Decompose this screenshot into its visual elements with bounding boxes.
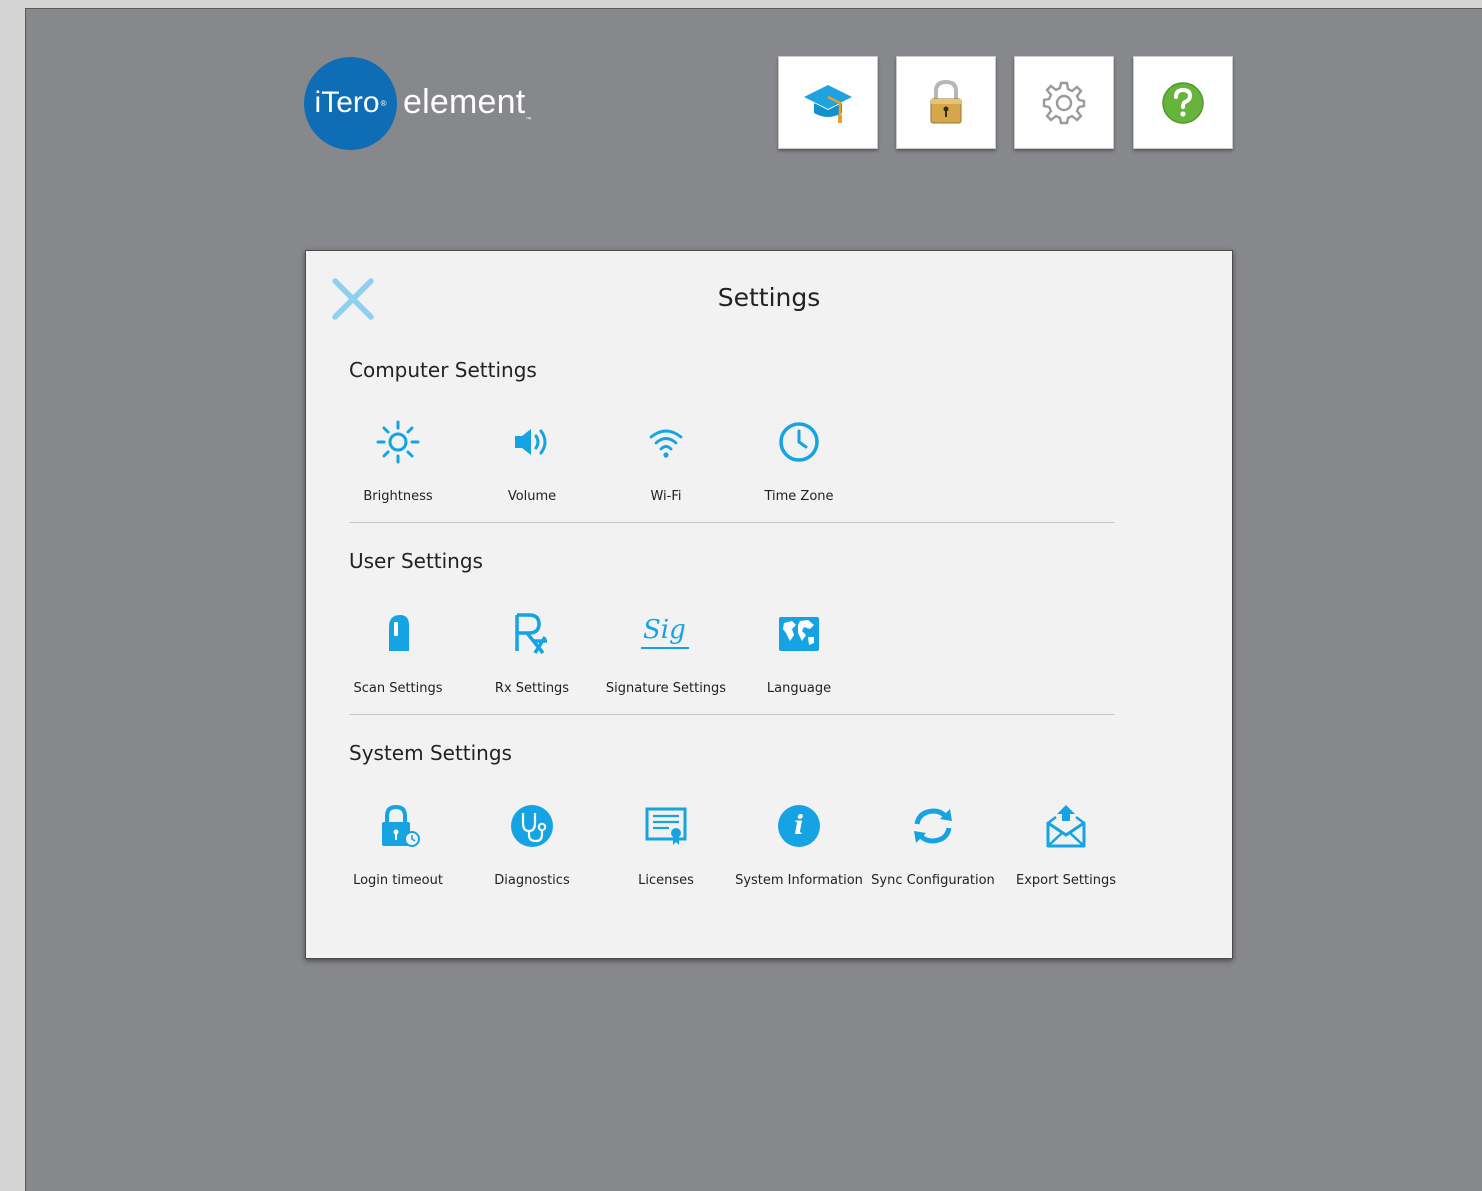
scanner-wand-icon — [389, 615, 409, 651]
volume-button[interactable]: Volume — [465, 417, 599, 504]
system-information-label: System Information — [735, 873, 863, 888]
scan-settings-label: Scan Settings — [353, 681, 443, 696]
brightness-button[interactable]: Brightness — [331, 417, 465, 504]
wifi-button[interactable]: Wi-Fi — [599, 417, 733, 504]
rx-icon — [515, 613, 547, 655]
training-button[interactable] — [778, 56, 878, 149]
logo-circle: iTero ® — [304, 56, 397, 150]
login-timeout-button[interactable]: Login timeout — [331, 801, 465, 888]
export-settings-label: Export Settings — [1015, 873, 1116, 888]
signature-settings-label: Signature Settings — [605, 681, 727, 696]
wifi-icon — [649, 429, 683, 458]
login-timeout-label: Login timeout — [353, 873, 443, 888]
logo-registered-mark: ® — [380, 98, 387, 108]
wifi-label: Wi-Fi — [650, 489, 682, 504]
scan-settings-button[interactable]: Scan Settings — [331, 609, 465, 696]
graduation-cap-icon — [804, 84, 852, 123]
lock-button[interactable] — [896, 56, 996, 149]
help-button[interactable] — [1133, 56, 1233, 149]
clock-icon — [779, 422, 819, 462]
brightness-label: Brightness — [363, 489, 433, 504]
licenses-label: Licenses — [638, 873, 694, 888]
logo-word: element™ — [403, 83, 532, 123]
stethoscope-icon — [511, 805, 553, 847]
speaker-volume-icon — [515, 429, 547, 455]
itero-element-logo: iTero ® element™ — [304, 56, 532, 150]
sync-configuration-label: Sync Configuration — [871, 873, 995, 888]
sync-configuration-button[interactable]: Sync Configuration — [866, 801, 1000, 888]
language-label: Language — [766, 681, 832, 696]
rx-settings-button[interactable]: Rx Settings — [465, 609, 599, 696]
certificate-icon — [645, 807, 687, 845]
info-icon: i — [778, 805, 820, 847]
world-map-icon — [779, 617, 819, 651]
system-information-button[interactable]: i System Information — [732, 801, 866, 888]
settings-button[interactable] — [1014, 56, 1114, 149]
section-title-computer: Computer Settings — [349, 358, 537, 382]
signature-icon: Sig — [641, 611, 691, 657]
time-zone-button[interactable]: Time Zone — [732, 417, 866, 504]
export-settings-button[interactable]: Export Settings — [999, 801, 1133, 888]
question-mark-icon — [1162, 81, 1204, 124]
diagnostics-label: Diagnostics — [494, 873, 570, 888]
time-zone-label: Time Zone — [764, 489, 834, 504]
dialog-title: Settings — [717, 283, 821, 312]
gear-icon — [1042, 81, 1086, 124]
licenses-button[interactable]: Licenses — [599, 801, 733, 888]
rx-settings-label: Rx Settings — [494, 681, 570, 696]
signature-settings-button[interactable]: Sig Signature Settings — [599, 609, 733, 696]
brightness-sun-icon — [376, 420, 420, 464]
settings-dialog: Settings Computer Settings Brightness Vo… — [305, 250, 1233, 959]
logo-trademark: ™ — [525, 116, 532, 123]
volume-label: Volume — [507, 489, 557, 504]
section-title-system: System Settings — [349, 741, 512, 765]
logo-word-text: element — [403, 83, 526, 122]
info-glyph: i — [794, 811, 804, 841]
section-title-user: User Settings — [349, 549, 483, 573]
signature-glyph: Sig — [643, 615, 686, 645]
section-divider — [349, 522, 1115, 523]
logo-circle-text: iTero — [314, 86, 380, 119]
diagnostics-button[interactable]: Diagnostics — [465, 801, 599, 888]
padlock-icon — [930, 79, 962, 123]
language-button[interactable]: Language — [732, 609, 866, 696]
lock-timer-icon — [382, 804, 420, 847]
section-divider — [349, 714, 1115, 715]
sync-arrows-icon — [914, 808, 952, 844]
export-envelope-icon — [1046, 805, 1086, 848]
